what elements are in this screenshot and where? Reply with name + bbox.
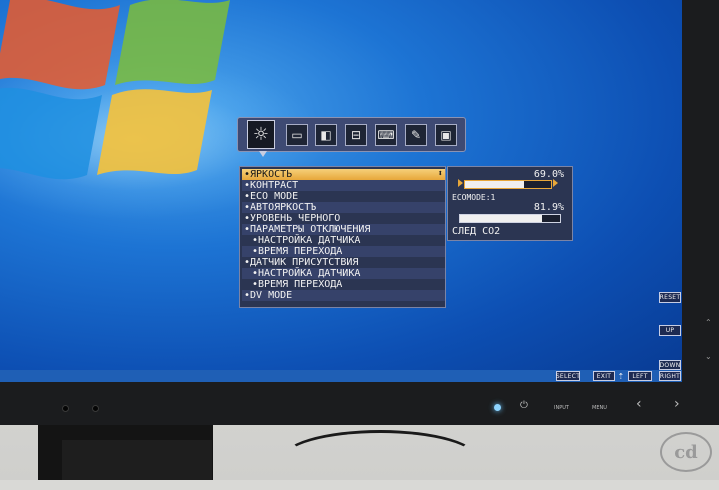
menu-item-label: •DV MODE: [244, 290, 293, 301]
desktop-screen: ☼ ▭ ◧ ⊟ ⌨ ✎ ▣ •ЯРКОСТЬ ⬍ •КОНТРАСТ •ECO …: [0, 0, 682, 382]
exit-arrow-icon: ⇡: [617, 371, 625, 381]
tab-information-glyph: ▣: [440, 128, 452, 142]
menu-item-label: •ВРЕМЯ ПЕРЕХОДА: [252, 246, 343, 257]
select-key-guide: SELECT: [555, 371, 581, 381]
ambient-light-sensor: [62, 405, 69, 412]
eco-level-fill: [460, 215, 542, 222]
menu-item-presence-sensor[interactable]: •ДАТЧИК ПРИСУТСТВИЯ: [242, 257, 445, 268]
left-arrow-button[interactable]: ‹: [636, 396, 642, 412]
color-icon[interactable]: ◧: [315, 124, 337, 146]
menu-item-label: •ЯРКОСТЬ: [244, 169, 293, 180]
menu-item-transition-time[interactable]: •ВРЕМЯ ПЕРЕХОДА: [242, 246, 445, 257]
menu-item-label: •УРОВЕНЬ ЧЕРНОГО: [244, 213, 341, 224]
menu-item-off-settings[interactable]: •ПАРАМЕТРЫ ОТКЛЮЧЕНИЯ: [242, 224, 445, 235]
brightness-slider-fill: [465, 181, 525, 188]
menu-item-label: •ДАТЧИК ПРИСУТСТВИЯ: [244, 257, 359, 268]
power-cable: [280, 430, 480, 490]
tab-screen-size-glyph: ▭: [291, 128, 303, 142]
input-button[interactable]: INPUT: [554, 405, 569, 411]
up-down-arrows-icon: ⬍: [437, 169, 443, 179]
osd-value-panel: 69.0% ECOMODE:1 81.9% СЛЕД CO2: [447, 166, 573, 241]
menu-item-auto-brightness[interactable]: •АВТОЯРКОСТЪ: [242, 202, 445, 213]
presence-sensor: [92, 405, 99, 412]
information-icon[interactable]: ▣: [435, 124, 457, 146]
brightness-slider[interactable]: [464, 180, 552, 189]
tab-color-glyph: ◧: [320, 128, 332, 142]
site-watermark-logo: cd: [660, 432, 712, 472]
decrease-arrow-icon[interactable]: [458, 179, 463, 187]
menu-item-label: •ПАРАМЕТРЫ ОТКЛЮЧЕНИЯ: [244, 224, 371, 235]
carbon-footprint-label: СЛЕД CO2: [452, 226, 501, 237]
eco-percent: 81.9%: [533, 202, 564, 213]
brightness-percent: 69.0%: [533, 169, 564, 180]
brightness-icon[interactable]: ☼: [247, 120, 275, 149]
eco-level-bar: [459, 214, 561, 223]
side-down-arrow-icon[interactable]: ⌄: [705, 352, 712, 361]
tab-toolbox-glyph: ⊟: [350, 128, 362, 142]
tools-icon[interactable]: ✎: [405, 124, 427, 146]
tab-tools-glyph: ✎: [410, 128, 422, 142]
increase-arrow-icon[interactable]: [553, 179, 558, 187]
right-arrow-button[interactable]: ›: [674, 396, 680, 412]
menu-item-black-level[interactable]: •УРОВЕНЬ ЧЕРНОГО: [242, 213, 445, 224]
osd-tab-bar: ☼ ▭ ◧ ⊟ ⌨ ✎ ▣: [237, 117, 466, 152]
menu-item-label: •НАСТРОЙКА ДАТЧИКА: [252, 268, 361, 279]
menu-item-eco-mode[interactable]: •ECO MODE: [242, 191, 445, 202]
reset-key-guide: RESET: [659, 292, 681, 303]
side-up-arrow-icon[interactable]: ⌃: [705, 318, 712, 327]
tab-brightness-glyph: ☼: [252, 124, 270, 145]
menu-item-transition-time-2[interactable]: •ВРЕМЯ ПЕРЕХОДА: [242, 279, 445, 290]
windows-logo: [0, 0, 230, 180]
stand-base: [62, 440, 212, 480]
tab-keyboard-glyph: ⌨: [377, 128, 395, 142]
down-key-guide: DOWN: [659, 360, 681, 370]
menu-item-dv-mode[interactable]: •DV MODE: [242, 290, 445, 301]
power-led: [494, 404, 501, 411]
menu-button[interactable]: MENU: [592, 405, 607, 411]
power-icon[interactable]: ⏻: [520, 400, 528, 411]
up-key-guide: UP: [659, 325, 681, 336]
menu-item-brightness[interactable]: •ЯРКОСТЬ ⬍: [242, 169, 445, 180]
active-tab-pointer: [259, 151, 267, 157]
toolbox-icon[interactable]: ⊟: [345, 124, 367, 146]
menu-item-label: •АВТОЯРКОСТЪ: [244, 202, 317, 213]
menu-item-contrast[interactable]: •КОНТРАСТ: [242, 180, 445, 191]
keyboard-icon[interactable]: ⌨: [375, 124, 397, 146]
menu-item-label: •ВРЕМЯ ПЕРЕХОДА: [252, 279, 343, 290]
menu-item-sensor-setting-2[interactable]: •НАСТРОЙКА ДАТЧИКА: [242, 268, 445, 279]
ecomode-label: ECOMODE:1: [452, 193, 496, 202]
menu-item-label: •НАСТРОЙКА ДАТЧИКА: [252, 235, 361, 246]
screen-size-icon[interactable]: ▭: [286, 124, 308, 146]
menu-item-label: •КОНТРАСТ: [244, 180, 299, 191]
left-key-guide: LEFT: [628, 371, 652, 381]
menu-item-sensor-setting[interactable]: •НАСТРОЙКА ДАТЧИКА: [242, 235, 445, 246]
monitor-bezel: ☼ ▭ ◧ ⊟ ⌨ ✎ ▣ •ЯРКОСТЬ ⬍ •КОНТРАСТ •ECO …: [0, 0, 719, 425]
menu-item-label: •ECO MODE: [244, 191, 299, 202]
right-key-guide: RIGHT: [659, 371, 681, 381]
osd-menu-list: •ЯРКОСТЬ ⬍ •КОНТРАСТ •ECO MODE •АВТОЯРКО…: [239, 166, 446, 308]
exit-key-guide: EXIT: [593, 371, 615, 381]
